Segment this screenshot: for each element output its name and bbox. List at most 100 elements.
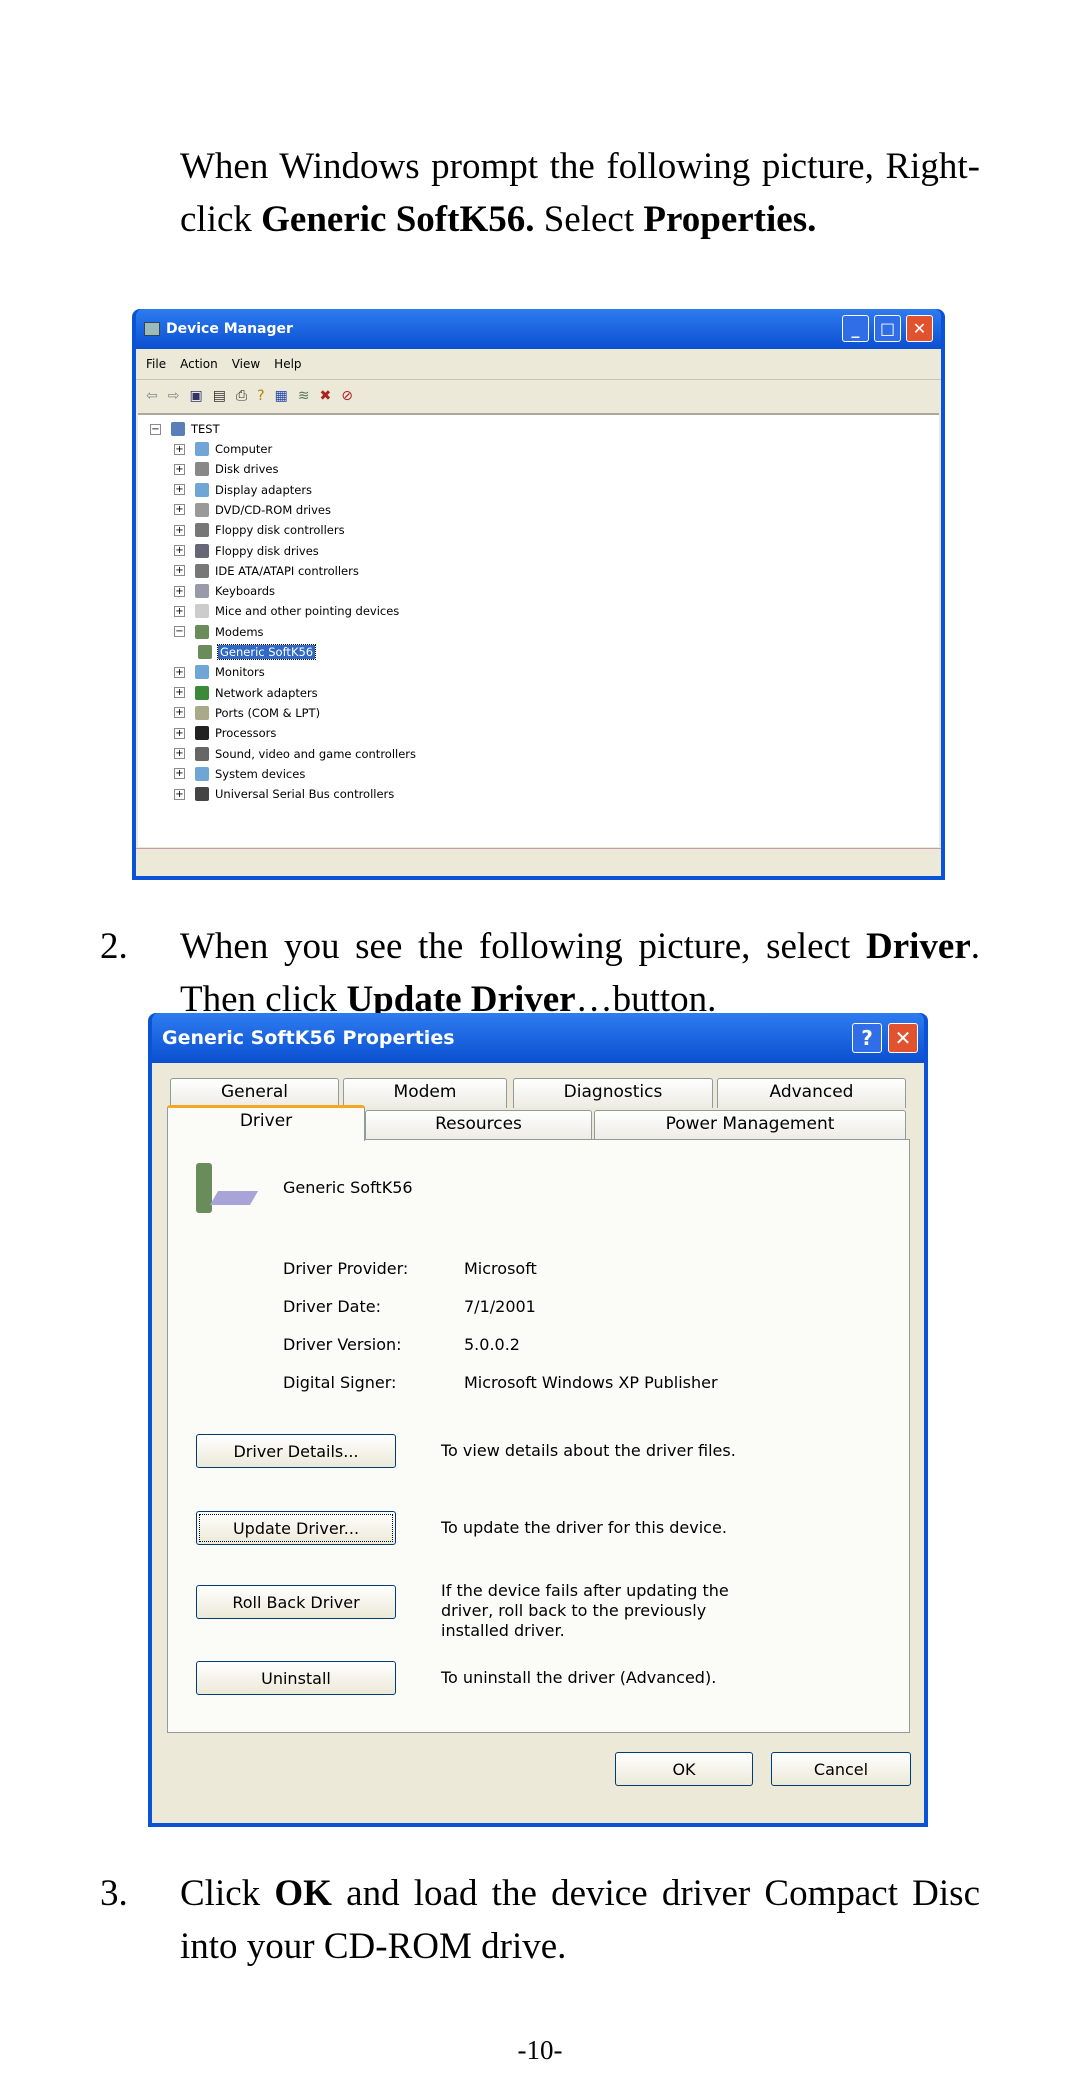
device-icon [195,442,209,456]
close-button[interactable]: ✕ [888,1023,918,1053]
tree-label: System devices [215,766,306,781]
field-value: Microsoft [464,1259,537,1278]
button-description: To uninstall the driver (Advanced). [441,1668,717,1687]
tree-label: Display adapters [215,482,313,497]
tree-item[interactable]: + Universal Serial Bus controllers [174,784,394,804]
expand-icon[interactable]: + [174,504,185,516]
expand-icon[interactable]: + [174,463,185,475]
tab-modem[interactable]: Modem [343,1078,507,1108]
tab-general[interactable]: General [170,1078,339,1108]
tree-item[interactable]: + Processors [174,723,276,743]
expand-icon[interactable]: + [174,748,185,759]
menu-help[interactable]: Help [274,357,301,371]
bold-text: Driver [865,926,971,967]
text: When you see the following picture, sele… [180,926,866,967]
tab-driver[interactable]: Driver [167,1105,365,1141]
tree-item[interactable]: + Floppy disk drives [174,541,319,561]
toolbar: ⇦ ⇨ ▣ ▤ ⎙ ? ▦ ≋ ✖ ⊘ [136,380,941,411]
modem-icon [196,1163,259,1213]
tree-item[interactable]: + Mice and other pointing devices [174,601,399,621]
device-icon [195,604,209,619]
title-bar: Generic SoftK56 Properties ? ✕ [152,1013,924,1063]
print-icon[interactable]: ⎙ [236,388,247,404]
page-number: -10- [517,2035,563,2065]
expand-icon[interactable]: + [174,788,185,800]
tab-resources[interactable]: Resources [365,1110,592,1140]
device-icon [195,726,209,741]
driver-action-button[interactable]: Uninstall [196,1661,396,1695]
tree-item[interactable]: + Display adapters [174,480,312,500]
tree-label: Processors [215,726,277,741]
help-button[interactable]: ? [852,1023,882,1053]
expand-icon[interactable]: + [174,605,185,617]
menu-view[interactable]: View [232,357,260,371]
show-hide-tree-icon[interactable]: ▣ [189,388,202,404]
close-button[interactable]: ✕ [906,315,933,342]
device-manager-window: Device Manager _ □ ✕ File Action View He… [132,309,945,880]
expand-icon[interactable]: + [174,565,185,577]
expand-icon[interactable]: + [174,443,185,455]
tree-label: Modems [215,624,264,639]
expand-icon[interactable]: + [174,707,185,719]
tree-item[interactable]: + Sound, video and game controllers [174,744,416,764]
tab-power-management[interactable]: Power Management [594,1110,906,1140]
expand-icon[interactable]: + [174,585,185,597]
device-icon [195,462,209,477]
help-icon[interactable]: ? [257,388,264,404]
disable-icon[interactable]: ✖ [320,388,332,404]
title-bar: Device Manager _ □ ✕ [136,309,941,349]
minimize-button[interactable]: _ [842,315,869,342]
tree-item[interactable]: + Floppy disk controllers [174,520,345,540]
expand-icon[interactable]: + [174,524,185,536]
driver-action-button[interactable]: Driver Details... [196,1434,396,1468]
tree-label: Floppy disk controllers [215,523,345,538]
button-description: If the device fails after updating the d… [441,1581,729,1640]
maximize-button[interactable]: □ [874,315,901,342]
collapse-icon[interactable]: − [174,626,185,638]
tree-item[interactable]: + Disk drives [174,459,278,479]
step3-text: Click OK and load the device driver Comp… [180,1867,980,1973]
scan-hardware-icon[interactable]: ▦ [275,388,288,404]
tree-item[interactable]: + Monitors [174,662,265,682]
device-icon [195,787,209,802]
tree-item[interactable]: + System devices [174,764,305,784]
menu-file[interactable]: File [146,357,166,371]
cancel-button[interactable]: Cancel [771,1752,911,1786]
field-value: Microsoft Windows XP Publisher [464,1373,718,1392]
tree-item[interactable]: + Computer [174,439,272,459]
device-icon [195,523,209,538]
uninstall-icon[interactable]: ⊘ [341,388,353,404]
tree-label: TEST [191,422,220,436]
ok-button[interactable]: OK [615,1752,753,1786]
tab-advanced[interactable]: Advanced [717,1078,906,1108]
tree-root[interactable]: − TEST [150,419,220,439]
back-icon[interactable]: ⇦ [146,388,158,404]
field-label: Driver Date: [283,1297,381,1316]
update-driver-icon[interactable]: ≋ [298,388,310,404]
properties-icon[interactable]: ▤ [213,388,226,404]
forward-icon[interactable]: ⇨ [168,388,180,404]
tree-item[interactable]: + Ports (COM & LPT) [174,703,320,723]
tree-item[interactable]: + Keyboards [174,581,275,601]
tab-diagnostics[interactable]: Diagnostics [513,1078,713,1108]
collapse-icon[interactable]: − [150,423,161,435]
expand-icon[interactable]: + [174,666,185,678]
driver-action-button[interactable]: Roll Back Driver [196,1585,396,1619]
expand-icon[interactable]: + [174,687,185,699]
expand-icon[interactable]: + [174,727,185,739]
tree-item[interactable]: + IDE ATA/ATAPI controllers [174,561,359,581]
bold-text: Generic SoftK56. [261,199,535,240]
device-icon [195,665,209,680]
tree-item[interactable]: − Modems [174,622,264,642]
driver-action-button[interactable]: Update Driver... [196,1511,396,1545]
tree-item-selected[interactable]: Generic SoftK56 [198,642,317,662]
device-icon [195,584,209,599]
tree-item[interactable]: + Network adapters [174,683,318,703]
device-icon [195,482,209,497]
field-value: 7/1/2001 [464,1297,536,1316]
expand-icon[interactable]: + [174,484,185,496]
menu-action[interactable]: Action [180,357,218,371]
expand-icon[interactable]: + [174,545,185,556]
expand-icon[interactable]: + [174,768,185,780]
tree-item[interactable]: + DVD/CD-ROM drives [174,500,331,520]
